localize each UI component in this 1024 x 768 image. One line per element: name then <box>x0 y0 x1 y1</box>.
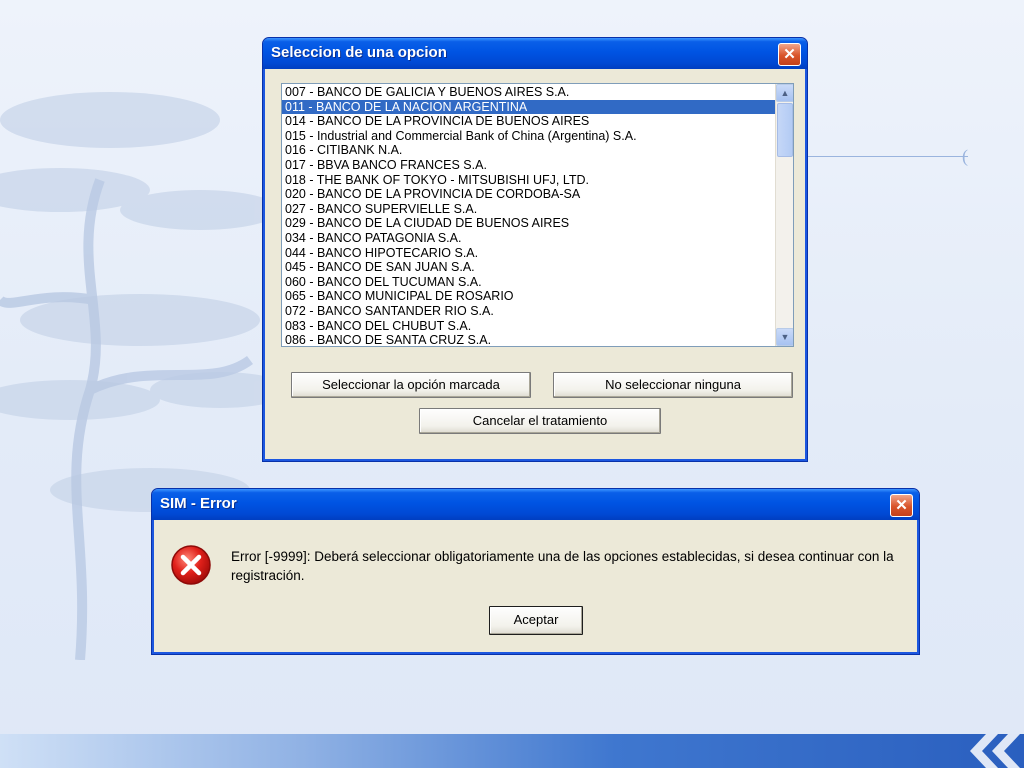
list-item[interactable]: 018 - THE BANK OF TOKYO - MITSUBISHI UFJ… <box>282 173 775 188</box>
list-item[interactable]: 044 - BANCO HIPOTECARIO S.A. <box>282 246 775 261</box>
list-item[interactable]: 014 - BANCO DE LA PROVINCIA DE BUENOS AI… <box>282 114 775 129</box>
decorative-line <box>808 156 968 157</box>
select-marked-option-button[interactable]: Seleccionar la opción marcada <box>291 372 531 398</box>
selection-dialog-title: Seleccion de una opcion <box>271 44 447 61</box>
list-item[interactable]: 015 - Industrial and Commercial Bank of … <box>282 129 775 144</box>
list-item[interactable]: 027 - BANCO SUPERVIELLE S.A. <box>282 202 775 217</box>
list-item[interactable]: 072 - BANCO SANTANDER RIO S.A. <box>282 304 775 319</box>
list-item[interactable]: 007 - BANCO DE GALICIA Y BUENOS AIRES S.… <box>282 85 775 100</box>
list-item[interactable]: 086 - BANCO DE SANTA CRUZ S.A. <box>282 333 775 346</box>
close-icon[interactable]: ✕ <box>890 494 913 517</box>
selection-dialog-body: 007 - BANCO DE GALICIA Y BUENOS AIRES S.… <box>266 69 804 458</box>
chevron-left-icon <box>970 734 1020 768</box>
list-item[interactable]: 065 - BANCO MUNICIPAL DE ROSARIO <box>282 289 775 304</box>
error-icon <box>171 545 211 585</box>
error-message: Error [-9999]: Deberá seleccionar obliga… <box>231 549 894 583</box>
decorative-bracket: ( <box>962 146 968 166</box>
scroll-down-arrow-icon[interactable]: ▼ <box>776 328 793 346</box>
bottom-decorative-bar <box>0 734 1024 768</box>
error-dialog-body: Error [-9999]: Deberá seleccionar obliga… <box>155 520 916 651</box>
accept-button[interactable]: Aceptar <box>489 606 583 635</box>
list-item[interactable]: 011 - BANCO DE LA NACION ARGENTINA <box>282 99 775 115</box>
list-item[interactable]: 016 - CITIBANK N.A. <box>282 143 775 158</box>
close-icon[interactable]: ✕ <box>778 43 801 66</box>
list-item[interactable]: 029 - BANCO DE LA CIUDAD DE BUENOS AIRES <box>282 216 775 231</box>
error-dialog-titlebar[interactable]: SIM - Error ✕ <box>152 489 919 520</box>
list-item[interactable]: 017 - BBVA BANCO FRANCES S.A. <box>282 158 775 173</box>
listbox-scrollbar[interactable]: ▲ ▼ <box>775 84 793 346</box>
select-none-button[interactable]: No seleccionar ninguna <box>553 372 793 398</box>
selection-dialog: Seleccion de una opcion ✕ 007 - BANCO DE… <box>262 37 808 462</box>
scroll-up-arrow-icon[interactable]: ▲ <box>776 84 793 102</box>
scrollbar-thumb[interactable] <box>777 103 793 157</box>
list-item[interactable]: 045 - BANCO DE SAN JUAN S.A. <box>282 260 775 275</box>
bank-list: 007 - BANCO DE GALICIA Y BUENOS AIRES S.… <box>282 85 775 346</box>
list-item[interactable]: 060 - BANCO DEL TUCUMAN S.A. <box>282 275 775 290</box>
list-item[interactable]: 083 - BANCO DEL CHUBUT S.A. <box>282 319 775 334</box>
selection-dialog-titlebar[interactable]: Seleccion de una opcion ✕ <box>263 38 807 69</box>
list-item[interactable]: 020 - BANCO DE LA PROVINCIA DE CORDOBA-S… <box>282 187 775 202</box>
error-dialog-title: SIM - Error <box>160 495 237 512</box>
bank-listbox[interactable]: 007 - BANCO DE GALICIA Y BUENOS AIRES S.… <box>281 83 794 347</box>
error-dialog: SIM - Error ✕ Error [-9999]: Deberá sele… <box>151 488 920 655</box>
cancel-processing-button[interactable]: Cancelar el tratamiento <box>419 408 661 434</box>
list-item[interactable]: 034 - BANCO PATAGONIA S.A. <box>282 231 775 246</box>
